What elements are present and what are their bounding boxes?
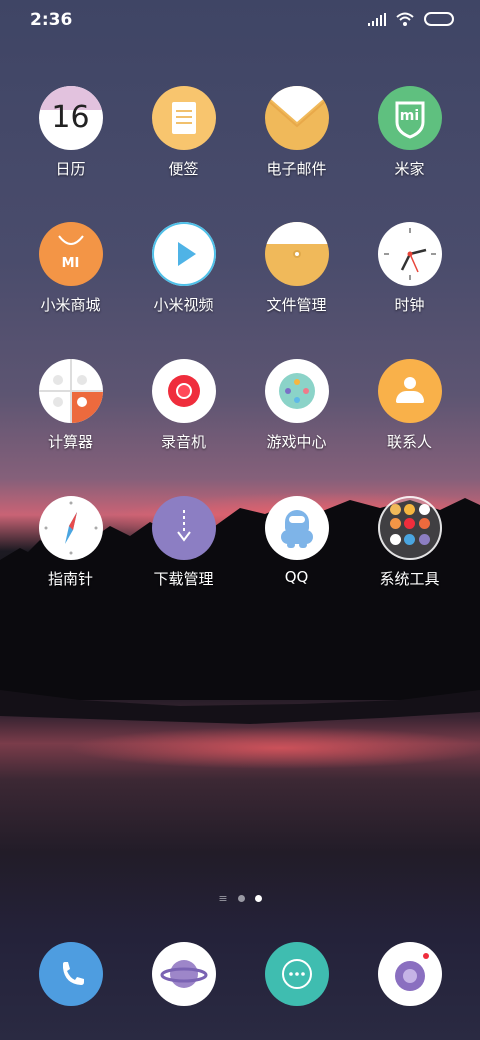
app-label: 指南针 bbox=[47, 570, 93, 588]
app-calendar[interactable]: 16 日历 bbox=[14, 86, 127, 179]
mi-store-icon: MI bbox=[38, 222, 103, 286]
qq-icon bbox=[264, 496, 329, 560]
page-dot-active bbox=[254, 895, 262, 902]
dock-browser[interactable] bbox=[127, 942, 240, 1006]
download-icon bbox=[151, 496, 216, 560]
app-qq[interactable]: QQ bbox=[240, 496, 353, 586]
mail-icon bbox=[264, 86, 329, 150]
app-label: 文件管理 bbox=[266, 296, 327, 314]
calendar-icon: 16 bbox=[38, 86, 103, 150]
recorder-icon bbox=[151, 359, 216, 423]
app-label: 小米视频 bbox=[153, 296, 214, 314]
app-mi-store[interactable]: MI 小米商城 bbox=[14, 222, 127, 315]
app-game-center[interactable]: 游戏中心 bbox=[240, 359, 353, 452]
compass-icon bbox=[38, 496, 103, 560]
contacts-icon bbox=[377, 359, 442, 423]
app-label: 米家 bbox=[394, 160, 425, 178]
mi-store-badge: MI bbox=[61, 256, 80, 271]
status-bar: 2:36 bbox=[0, 0, 480, 40]
phone-icon bbox=[38, 942, 103, 1006]
dock-messages[interactable] bbox=[240, 942, 353, 1006]
file-manager-icon bbox=[264, 222, 329, 286]
app-file-manager[interactable]: 文件管理 bbox=[240, 222, 353, 315]
app-clock[interactable]: 时钟 bbox=[353, 222, 466, 315]
app-label: 联系人 bbox=[386, 433, 432, 451]
app-label: 电子邮件 bbox=[266, 160, 327, 178]
list-view-icon: ≡ bbox=[218, 892, 228, 905]
app-label: 时钟 bbox=[394, 296, 425, 314]
dock-camera[interactable] bbox=[353, 942, 466, 1006]
app-mijia[interactable]: mi 米家 bbox=[353, 86, 466, 179]
app-notes[interactable]: 便签 bbox=[127, 86, 240, 179]
app-label: 录音机 bbox=[160, 433, 206, 451]
messages-icon bbox=[264, 942, 329, 1006]
app-label: QQ bbox=[284, 568, 309, 586]
browser-icon bbox=[151, 942, 216, 1006]
folder-system-tools[interactable]: 系统工具 bbox=[353, 496, 466, 589]
app-recorder[interactable]: 录音机 bbox=[127, 359, 240, 452]
camera-icon bbox=[377, 942, 442, 1006]
page-dot bbox=[237, 895, 245, 902]
app-download-manager[interactable]: 下载管理 bbox=[127, 496, 240, 589]
calculator-icon bbox=[38, 359, 103, 423]
battery-icon bbox=[424, 12, 454, 26]
app-label: 小米商城 bbox=[40, 296, 101, 314]
mijia-badge: mi bbox=[399, 108, 420, 124]
status-icons bbox=[368, 12, 454, 26]
app-mi-video[interactable]: 小米视频 bbox=[127, 222, 240, 315]
app-calculator[interactable]: 计算器 bbox=[14, 359, 127, 452]
notes-icon bbox=[151, 86, 216, 150]
signal-icon bbox=[368, 12, 386, 26]
app-email[interactable]: 电子邮件 bbox=[240, 86, 353, 179]
status-time: 2:36 bbox=[30, 10, 73, 30]
app-label: 游戏中心 bbox=[266, 433, 327, 451]
clock-icon bbox=[377, 222, 442, 286]
app-compass[interactable]: 指南针 bbox=[14, 496, 127, 589]
app-label: 日历 bbox=[55, 160, 86, 178]
calendar-date: 16 bbox=[51, 100, 90, 135]
wifi-icon bbox=[396, 12, 414, 26]
page-indicator[interactable]: ≡ bbox=[0, 892, 480, 905]
app-label: 便签 bbox=[168, 160, 199, 178]
game-center-icon bbox=[264, 359, 329, 423]
app-label: 系统工具 bbox=[379, 570, 440, 588]
folder-system-tools-icon bbox=[377, 496, 442, 560]
dock-phone[interactable] bbox=[14, 942, 127, 1006]
mijia-icon: mi bbox=[377, 86, 442, 150]
app-label: 计算器 bbox=[47, 433, 93, 451]
app-contacts[interactable]: 联系人 bbox=[353, 359, 466, 452]
video-icon bbox=[151, 222, 216, 286]
app-label: 下载管理 bbox=[153, 570, 214, 588]
